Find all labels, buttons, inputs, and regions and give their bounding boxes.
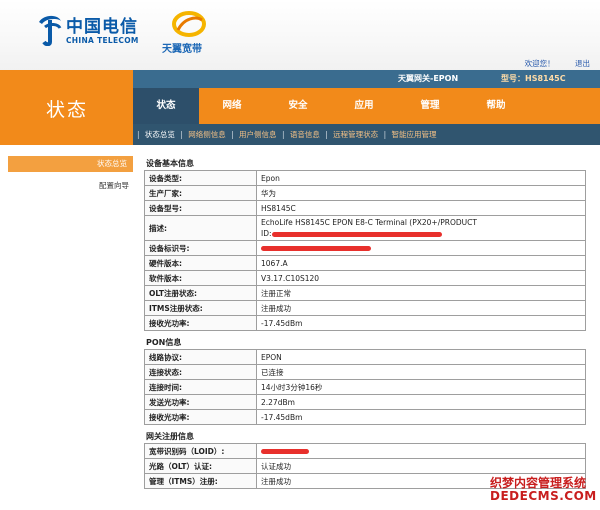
table-row: 光路（OLT）认证: 认证成功 — [144, 458, 586, 474]
welcome-text: 欢迎您！ — [524, 59, 555, 68]
table-row: 设备型号: HS8145C — [144, 200, 586, 216]
device-info-table: 设备类型: Epon 生产厂家: 华为 设备型号: HS8145C 描述: EchoL… — [144, 170, 586, 331]
watermark-line2: DEDECMS.COM — [490, 489, 597, 503]
header: 中国电信 CHINA TELECOM 天翼宽带 欢迎您！ 退出 — [0, 0, 600, 70]
brand-name-cn: 中国电信 — [66, 17, 138, 37]
sub-nav: | 状态总览 | 网络侧信息 | 用户侧信息 | 语音信息 | 远程管理状态 |… — [133, 124, 600, 145]
section-heading-area: 状态 — [0, 70, 133, 145]
brand-name-en: CHINA TELECOM — [66, 36, 139, 45]
tab-network[interactable]: 网络 — [199, 88, 265, 124]
page-title: 状态 — [46, 99, 89, 121]
table-row: 连接状态: 已连接 — [144, 364, 586, 380]
redaction-mark — [271, 231, 442, 237]
main-nav: 状态 网络 安全 应用 管理 帮助 — [133, 88, 600, 124]
table-row: 宽带识别码（LOID）: — [144, 443, 586, 459]
subnav-smart-app[interactable]: 智能应用管理 — [391, 124, 436, 145]
sidebar: 状态总览 配置向导 — [0, 145, 133, 510]
table-row: 生产厂家: 华为 — [144, 185, 586, 201]
tab-status[interactable]: 状态 — [133, 88, 199, 124]
tab-security[interactable]: 安全 — [265, 88, 331, 124]
china-telecom-swirl-icon — [39, 15, 62, 46]
logout-link[interactable]: 退出 — [575, 59, 590, 68]
subnav-network-info[interactable]: 网络侧信息 — [188, 124, 226, 145]
sidebar-item-config-wizard[interactable]: 配置向导 — [99, 180, 129, 191]
device-info-title: 设备基本信息 — [146, 159, 194, 168]
subnav-voice-info[interactable]: 语音信息 — [290, 124, 320, 145]
gateway-reg-title: 网关注册信息 — [146, 432, 194, 441]
table-row: 连接时间: 14小时3分钟16秒 — [144, 379, 586, 395]
tianyi-wing-icon — [172, 11, 206, 37]
table-row: 接收光功率: -17.45dBm — [144, 409, 586, 425]
table-row: OLT注册状态: 注册正常 — [144, 285, 586, 301]
table-row: 发送光功率: 2.27dBm — [144, 394, 586, 410]
pon-info-title: PON信息 — [146, 338, 182, 347]
main-content: 设备基本信息 设备类型: Epon 生产厂家: 华为 设备型号: HS8145C 描述… — [144, 157, 590, 494]
table-row: 设备类型: Epon — [144, 170, 586, 186]
table-row: ITMS注册状态: 注册成功 — [144, 300, 586, 316]
subnav-user-info[interactable]: 用户侧信息 — [239, 124, 277, 145]
welcome-row: 欢迎您！ 退出 — [507, 58, 590, 69]
sidebar-item-status-overview[interactable]: 状态总览 — [8, 156, 133, 172]
table-row: 线路协议: EPON — [144, 349, 586, 365]
pon-info-table: 线路协议: EPON 连接状态: 已连接 连接时间: 14小时3分钟16秒 发送光功率… — [144, 349, 586, 425]
description-line1: EchoLife HS8145C EPON E8-C Terminal (PX2… — [261, 218, 477, 227]
subnav-status-overview[interactable]: 状态总览 — [145, 124, 175, 145]
table-row: 设备标识号: — [144, 240, 586, 256]
table-row: 描述: EchoLife HS8145C EPON E8-C Terminal … — [144, 215, 586, 241]
table-row: 接收光功率: -17.45dBm — [144, 315, 586, 331]
subnav-remote-mgmt[interactable]: 远程管理状态 — [333, 124, 378, 145]
table-row: 软件版本: V3.17.C10S120 — [144, 270, 586, 286]
gateway-model: 型号：HS8145C — [501, 74, 566, 83]
china-telecom-logo: 中国电信 CHINA TELECOM — [36, 10, 146, 52]
description-line2: ID: — [261, 229, 272, 238]
table-row: 硬件版本: 1067.A — [144, 255, 586, 271]
redaction-mark — [261, 246, 371, 251]
redaction-mark — [261, 449, 309, 454]
tab-management[interactable]: 管理 — [397, 88, 463, 124]
tianyi-broadband-logo: 天翼宽带 — [162, 10, 222, 55]
gateway-info-bar: 天翼网关-EPON 型号：HS8145C — [133, 70, 600, 88]
sub-brand: 天翼宽带 — [162, 44, 202, 55]
tab-help[interactable]: 帮助 — [463, 88, 529, 124]
tab-application[interactable]: 应用 — [331, 88, 397, 124]
gateway-name: 天翼网关-EPON — [398, 74, 459, 83]
